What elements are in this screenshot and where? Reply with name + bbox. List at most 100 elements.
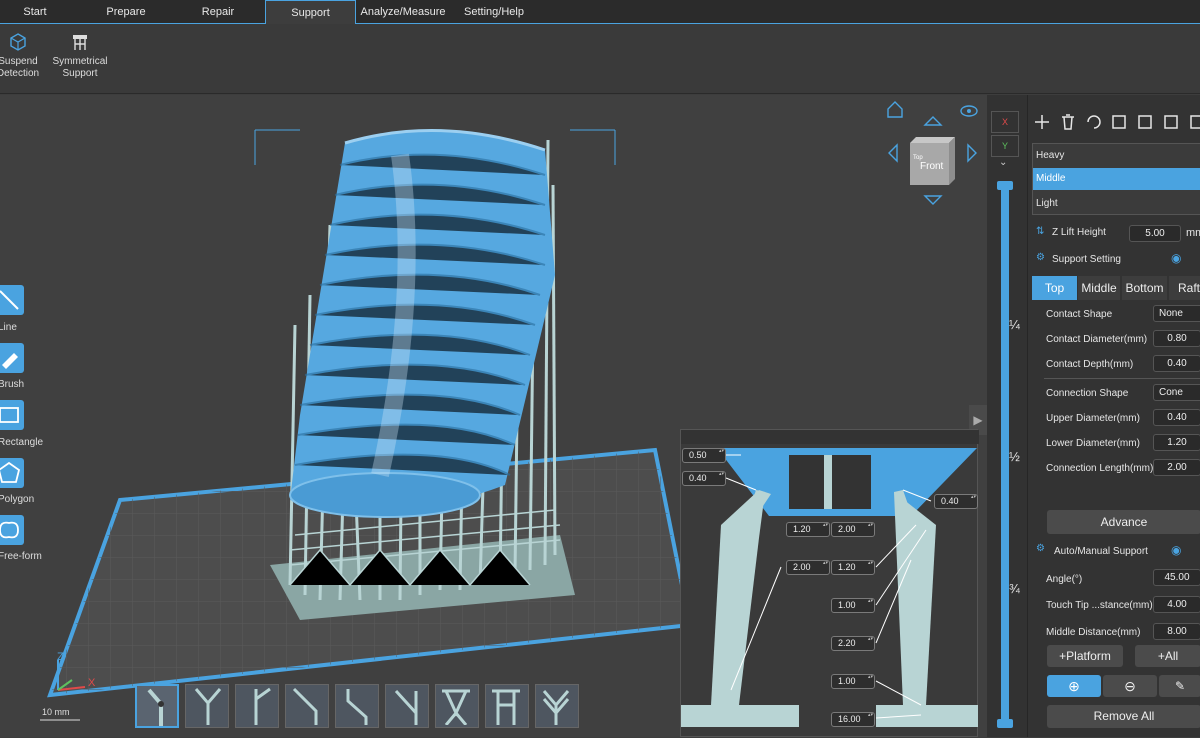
- symmetrical-label-2: Support: [62, 68, 98, 79]
- add-support-mode-button[interactable]: ⊕: [1047, 675, 1101, 697]
- remove-all-button[interactable]: Remove All: [1047, 705, 1200, 728]
- support-type-3-button[interactable]: [235, 684, 279, 728]
- lower-diameter-label: Lower Diameter(mm): [1046, 438, 1140, 449]
- support-type-9-button[interactable]: [535, 684, 579, 728]
- suspend-label-2: Detection: [0, 68, 40, 79]
- support-type-8-button[interactable]: [485, 684, 529, 728]
- x-constraint-button[interactable]: X: [991, 111, 1019, 133]
- touch-tip-label: Touch Tip ...stance(mm): [1046, 600, 1153, 611]
- contact-depth-input[interactable]: 0.40: [1153, 355, 1200, 372]
- rectangle-tool-button[interactable]: [0, 400, 24, 430]
- panel-action-icons: [1035, 114, 1200, 130]
- connection-length-label: Connection Length(mm): [1046, 463, 1154, 474]
- layer-slider-top-handle[interactable]: [997, 181, 1013, 190]
- diagram-value-6[interactable]: 2.00: [786, 560, 830, 575]
- free-form-tool-button[interactable]: [0, 515, 24, 545]
- diagram-value-1[interactable]: 0.50: [682, 448, 726, 463]
- cube-detect-icon: [10, 33, 26, 51]
- auto-support-icon: ⚙: [1036, 543, 1045, 554]
- upper-diameter-label: Upper Diameter(mm): [1046, 413, 1140, 424]
- diagram-value-4[interactable]: 1.20: [786, 522, 830, 537]
- subtab-top[interactable]: Top: [1032, 276, 1077, 300]
- tab-setting-help[interactable]: Setting/Help: [458, 0, 530, 24]
- tab-analyze-measure[interactable]: Analyze/Measure: [358, 0, 448, 24]
- preset-middle[interactable]: Middle: [1033, 168, 1200, 190]
- add-all-support-button[interactable]: +All: [1135, 645, 1200, 667]
- line-icon: [0, 290, 19, 310]
- connection-shape-select[interactable]: Cone: [1153, 384, 1200, 401]
- line-tool-button[interactable]: [0, 285, 24, 315]
- support-type-5-icon: [346, 689, 368, 725]
- subtab-middle[interactable]: Middle: [1078, 276, 1120, 300]
- preset-light[interactable]: Light: [1036, 198, 1058, 209]
- z-lift-unit: mm: [1186, 227, 1200, 239]
- polygon-tool-button[interactable]: [0, 458, 24, 488]
- subtab-bottom[interactable]: Bottom: [1122, 276, 1167, 300]
- support-type-2-icon: [194, 688, 222, 725]
- brush-tool-label: Brush: [0, 379, 25, 390]
- diagram-value-10[interactable]: 1.00: [831, 674, 875, 689]
- symmetrical-support-button[interactable]: Symmetrical Support: [50, 32, 110, 80]
- view-cube-front-label[interactable]: Front: [920, 161, 943, 172]
- diagram-value-8[interactable]: 1.00: [831, 598, 875, 613]
- contact-diameter-input[interactable]: 0.80: [1153, 330, 1200, 347]
- y-constraint-button[interactable]: Y: [991, 135, 1019, 157]
- line-tool-label: Line: [0, 322, 17, 333]
- remove-support-mode-button[interactable]: ⊖: [1103, 675, 1157, 697]
- brush-tool-button[interactable]: [0, 343, 24, 373]
- delete-icon: [1062, 114, 1074, 130]
- support-type-7-button[interactable]: [435, 684, 479, 728]
- touch-tip-input[interactable]: 4.00: [1153, 596, 1200, 613]
- eye-icon: [960, 105, 978, 117]
- divider: [1044, 378, 1200, 379]
- quarter-mark: ¼: [1009, 317, 1020, 332]
- angle-input[interactable]: 45.00: [1153, 569, 1200, 586]
- diagram-value-3[interactable]: 0.40: [934, 494, 978, 509]
- support-type-4-button[interactable]: [285, 684, 329, 728]
- share-icon: [1164, 115, 1178, 129]
- suspend-detection-button[interactable]: Suspend Detection: [0, 32, 42, 80]
- middle-distance-input[interactable]: 8.00: [1153, 623, 1200, 640]
- layer-slider-bottom-handle[interactable]: [997, 719, 1013, 728]
- diagram-value-11[interactable]: 16.00: [831, 712, 875, 727]
- support-type-5-button[interactable]: [335, 684, 379, 728]
- advance-button[interactable]: Advance: [1047, 510, 1200, 534]
- angle-label: Angle(°): [1046, 574, 1083, 585]
- support-type-4-icon: [292, 687, 318, 725]
- layer-slider-strip: X Y ⌄ ¼ ½ ¾: [987, 95, 1027, 737]
- diagram-value-9[interactable]: 2.20: [831, 636, 875, 651]
- add-platform-support-button[interactable]: +Platform: [1047, 645, 1123, 667]
- connection-length-input[interactable]: 2.00: [1153, 459, 1200, 476]
- polygon-tool-label: Polygon: [0, 494, 35, 505]
- menu-bar: Start Prepare Repair Support Analyze/Mea…: [0, 0, 1200, 25]
- upper-diameter-input[interactable]: 0.40: [1153, 409, 1200, 426]
- chevron-down-icon[interactable]: ⌄: [999, 157, 1007, 168]
- diagram-value-7[interactable]: 1.20: [831, 560, 875, 575]
- three-quarter-mark: ¾: [1009, 581, 1020, 596]
- tab-repair[interactable]: Repair: [182, 0, 254, 24]
- visibility-eye-icon[interactable]: ◉: [1171, 543, 1181, 557]
- edit-support-mode-button[interactable]: ✎: [1159, 675, 1200, 697]
- tab-prepare[interactable]: Prepare: [90, 0, 162, 24]
- preset-heavy[interactable]: Heavy: [1036, 150, 1064, 161]
- rotate-down-icon: [923, 195, 943, 205]
- support-type-2-button[interactable]: [185, 684, 229, 728]
- tab-support[interactable]: Support: [265, 0, 356, 25]
- import-icon: [1112, 115, 1126, 129]
- auto-manual-title: Auto/Manual Support: [1054, 546, 1148, 557]
- z-lift-input[interactable]: 5.00: [1129, 225, 1181, 242]
- tab-start[interactable]: Start: [0, 0, 70, 24]
- add-icon: [1035, 115, 1049, 129]
- diagram-value-5[interactable]: 2.00: [831, 522, 875, 537]
- visibility-eye-icon[interactable]: ◉: [1171, 251, 1181, 265]
- support-type-1-button[interactable]: [135, 684, 179, 728]
- subtab-raft[interactable]: Raft: [1169, 276, 1200, 300]
- diagram-value-2[interactable]: 0.40: [682, 471, 726, 486]
- lower-diameter-input[interactable]: 1.20: [1153, 434, 1200, 451]
- refresh-icon: [1087, 115, 1101, 129]
- layer-slider-track[interactable]: [1001, 185, 1009, 725]
- rotate-right-icon: [967, 143, 977, 163]
- support-type-6-button[interactable]: [385, 684, 429, 728]
- middle-distance-label: Middle Distance(mm): [1046, 627, 1141, 638]
- contact-shape-select[interactable]: None: [1153, 305, 1200, 322]
